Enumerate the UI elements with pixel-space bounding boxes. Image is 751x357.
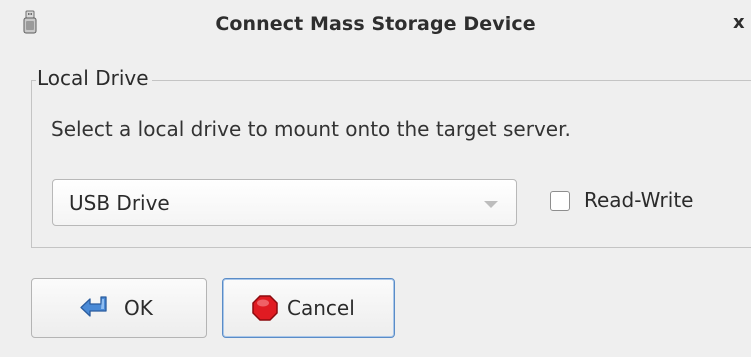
- drive-select-value: USB Drive: [69, 191, 170, 215]
- instruction-text: Select a local drive to mount onto the t…: [51, 117, 571, 141]
- drive-select[interactable]: USB Drive: [52, 179, 517, 226]
- dialog-title: Connect Mass Storage Device: [215, 13, 536, 35]
- chevron-down-icon: [484, 201, 498, 208]
- local-drive-legend: Local Drive: [36, 66, 152, 90]
- read-write-label[interactable]: Read-Write: [584, 188, 693, 212]
- cancel-button[interactable]: Cancel: [222, 278, 395, 338]
- close-icon[interactable]: x: [733, 12, 751, 34]
- enter-arrow-icon: [80, 296, 107, 317]
- title-bar: Connect Mass Storage Device x: [0, 0, 751, 50]
- read-write-checkbox[interactable]: [550, 191, 570, 211]
- connect-mass-storage-dialog: Connect Mass Storage Device x Local Driv…: [0, 0, 751, 357]
- stop-icon: [252, 295, 278, 321]
- ok-button-label: OK: [124, 296, 153, 320]
- ok-button[interactable]: OK: [31, 278, 207, 338]
- cancel-button-label: Cancel: [287, 296, 355, 320]
